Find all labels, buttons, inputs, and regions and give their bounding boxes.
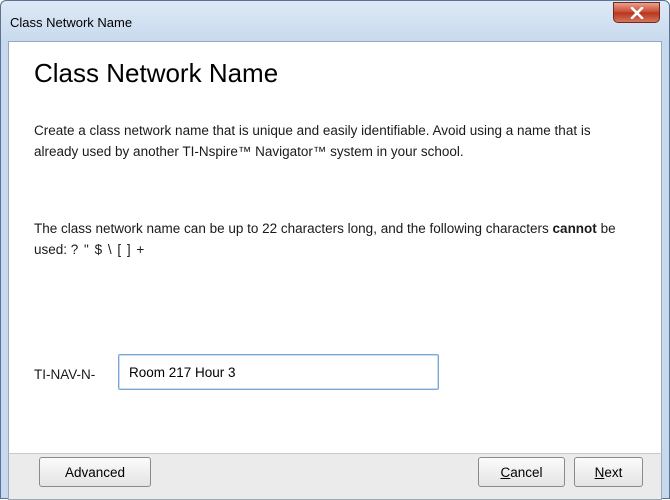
restriction-text-prefix: The class network name can be up to 22 c… xyxy=(34,221,553,236)
dialog-window: Class Network Name Class Network Name Cr… xyxy=(0,0,670,500)
network-name-prefix-label: TI-NAV-N- xyxy=(34,367,96,382)
cancel-mnemonic: C xyxy=(500,464,511,480)
next-mnemonic: N xyxy=(594,464,605,480)
next-button[interactable]: Next xyxy=(574,457,643,487)
window-title: Class Network Name xyxy=(10,15,133,30)
forbidden-characters: ? " $ \ [ ] + xyxy=(70,242,146,257)
page-heading: Class Network Name xyxy=(34,58,279,88)
close-icon xyxy=(630,6,643,19)
network-name-input[interactable] xyxy=(118,354,439,390)
close-button[interactable] xyxy=(613,2,660,23)
advanced-button[interactable]: Advanced xyxy=(39,457,151,487)
next-label: ext xyxy=(604,464,623,480)
cancel-button[interactable]: Cancel xyxy=(478,457,565,487)
cancel-label: ancel xyxy=(510,464,543,480)
restriction-text-bold: cannot xyxy=(552,221,597,236)
title-bar[interactable]: Class Network Name xyxy=(1,1,669,41)
restriction-paragraph: The class network name can be up to 22 c… xyxy=(34,218,634,260)
description-paragraph: Create a class network name that is uniq… xyxy=(34,123,591,159)
